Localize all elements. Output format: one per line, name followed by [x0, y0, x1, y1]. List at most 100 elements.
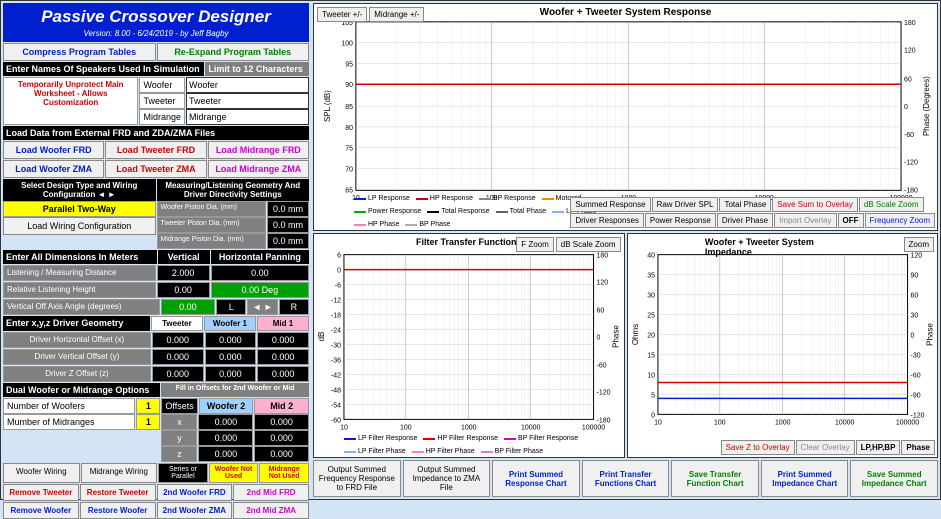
tw-x[interactable]: 0.000 [152, 332, 204, 348]
m1-z[interactable]: 0.000 [257, 366, 309, 382]
power-response-button[interactable]: Power Response [645, 213, 716, 228]
second-woofer-zma-button[interactable]: 2nd Woofer ZMA [157, 502, 233, 519]
save-transfer-button[interactable]: Save Transfer Function Chart [671, 460, 759, 497]
tweeter-label: Tweeter [139, 93, 185, 109]
db-zoom2-button[interactable]: dB Scale Zoom [556, 237, 621, 252]
w1-y[interactable]: 0.000 [205, 349, 257, 365]
db-zoom-button[interactable]: dB Scale Zoom [859, 197, 924, 212]
svg-text:-48: -48 [331, 387, 341, 394]
svg-text:30: 30 [910, 313, 918, 320]
r-button[interactable]: R [279, 299, 309, 315]
restore-tweeter-button[interactable]: Restore Tweeter [80, 484, 156, 501]
save-imp-button[interactable]: Save Summed Impedance Chart [850, 460, 938, 497]
svg-text:100: 100 [400, 424, 412, 431]
svg-text:0: 0 [904, 104, 908, 111]
output-freq-button[interactable]: Output Summed Frequency Response to FRD … [313, 460, 401, 497]
load-wiring-button[interactable]: Load Wiring Configuration [3, 217, 156, 235]
listen-height-value[interactable]: 0.00 [157, 282, 210, 298]
num-mids-value[interactable]: 1 [136, 414, 160, 430]
unprotect-button[interactable]: Temporarily Unprotect Main Worksheet - A… [3, 77, 138, 125]
lr-arrows[interactable]: ◄ ► [247, 299, 277, 315]
svg-text:1000: 1000 [461, 424, 477, 431]
m2-x[interactable]: 0.000 [254, 414, 309, 430]
off-button[interactable]: OFF [838, 213, 864, 228]
listen-height-label: Relative Listening Height [3, 282, 156, 298]
load-tweeter-zma-button[interactable]: Load Tweeter ZMA [105, 160, 206, 178]
midrange-input[interactable] [186, 109, 309, 125]
tw-z[interactable]: 0.000 [152, 366, 204, 382]
print-summed-button[interactable]: Print Summed Response Chart [492, 460, 580, 497]
lphpbp-button[interactable]: LP,HP,BP [856, 440, 901, 455]
w2-z[interactable]: 0.000 [198, 446, 253, 462]
svg-text:-60: -60 [910, 372, 920, 379]
svg-text:-90: -90 [910, 392, 920, 399]
m1-y[interactable]: 0.000 [257, 349, 309, 365]
save-z-button[interactable]: Save Z to Overlay [721, 440, 795, 455]
svg-text:25: 25 [647, 313, 655, 320]
load-woofer-zma-button[interactable]: Load Woofer ZMA [3, 160, 104, 178]
restore-woofer-button[interactable]: Restore Woofer [80, 502, 156, 519]
remove-woofer-button[interactable]: Remove Woofer [3, 502, 79, 519]
m1-x[interactable]: 0.000 [257, 332, 309, 348]
total-phase-button[interactable]: Total Phase [719, 197, 771, 212]
load-midrange-zma-button[interactable]: Load Midrange ZMA [208, 160, 309, 178]
print-transfer-button[interactable]: Print Transfer Functions Chart [582, 460, 670, 497]
listen-dist-value[interactable]: 2.000 [157, 265, 210, 281]
svg-text:5: 5 [651, 392, 655, 399]
vert-off-label: Vertical Off Axis Angle (degrees) [3, 299, 160, 315]
svg-text:-30: -30 [910, 352, 920, 359]
phase-button[interactable]: Phase [901, 440, 935, 455]
woofer-input[interactable] [186, 77, 309, 93]
w2-x[interactable]: 0.000 [198, 414, 253, 430]
svg-text:10000: 10000 [521, 424, 541, 431]
midrange-pm-button[interactable]: Midrange +/- [369, 7, 424, 22]
summed-response-button[interactable]: Summed Response [570, 197, 650, 212]
compress-button[interactable]: Compress Program Tables [3, 43, 156, 61]
svg-text:-6: -6 [335, 283, 341, 290]
w2-y[interactable]: 0.000 [198, 430, 253, 446]
woofer-wiring-button[interactable]: Woofer Wiring [3, 463, 80, 483]
load-midrange-frd-button[interactable]: Load Midrange FRD [208, 141, 309, 159]
m2-y[interactable]: 0.000 [254, 430, 309, 446]
dual-header: Dual Woofer or Midrange Options [3, 383, 160, 397]
reexpand-button[interactable]: Re-Expand Program Tables [157, 43, 310, 61]
second-mid-frd-button[interactable]: 2nd Mid FRD [233, 484, 309, 501]
svg-text:1000: 1000 [774, 419, 790, 426]
xyz-header: Enter x,y,z Driver Geometry [3, 316, 150, 331]
x-label: x [161, 414, 197, 430]
w1-x[interactable]: 0.000 [205, 332, 257, 348]
tweeter-piston-label: Tweeter Piston Dia. (mm) [157, 217, 267, 233]
driver-responses-button[interactable]: Driver Responses [570, 213, 644, 228]
midrange-wiring-button[interactable]: Midrange Wiring [81, 463, 158, 483]
listen-dist-h[interactable]: 0.00 [211, 265, 309, 281]
load-woofer-frd-button[interactable]: Load Woofer FRD [3, 141, 104, 159]
tweeter-col: Tweeter [151, 316, 203, 331]
output-imp-button[interactable]: Output Summed Impedance to ZMA File [403, 460, 491, 497]
svg-text:0: 0 [337, 268, 341, 275]
m2-z[interactable]: 0.000 [254, 446, 309, 462]
w1-z[interactable]: 0.000 [205, 366, 257, 382]
design-type-value[interactable]: Parallel Two-Way [3, 201, 156, 217]
tweeter-input[interactable] [186, 93, 309, 109]
load-tweeter-frd-button[interactable]: Load Tweeter FRD [105, 141, 206, 159]
svg-text:-18: -18 [331, 313, 341, 320]
tw-y[interactable]: 0.000 [152, 349, 204, 365]
svg-text:120: 120 [597, 280, 609, 287]
zoom-button[interactable]: Zoom [904, 237, 934, 252]
vertical-header: Vertical [158, 250, 210, 264]
freq-zoom-button[interactable]: Frequency Zoom [865, 213, 935, 228]
remove-tweeter-button[interactable]: Remove Tweeter [3, 484, 79, 501]
driver-phase-button[interactable]: Driver Phase [717, 213, 773, 228]
import-overlay-button[interactable]: Import Overlay [774, 213, 836, 228]
raw-driver-button[interactable]: Raw Driver SPL [652, 197, 719, 212]
clear-overlay-button[interactable]: Clear Overlay [796, 440, 855, 455]
second-woofer-frd-button[interactable]: 2nd Woofer FRD [157, 484, 233, 501]
svg-text:30: 30 [647, 293, 655, 300]
f-zoom-button[interactable]: F Zoom [516, 237, 554, 252]
num-woofers-value[interactable]: 1 [136, 398, 160, 414]
second-mid-zma-button[interactable]: 2nd Mid ZMA [233, 502, 309, 519]
print-imp-button[interactable]: Print Summed Impedance Chart [761, 460, 849, 497]
save-sum-button[interactable]: Save Sum to Overlay [772, 197, 858, 212]
l-button[interactable]: L [216, 299, 246, 315]
tweeter-pm-button[interactable]: Tweeter +/- [317, 7, 367, 22]
